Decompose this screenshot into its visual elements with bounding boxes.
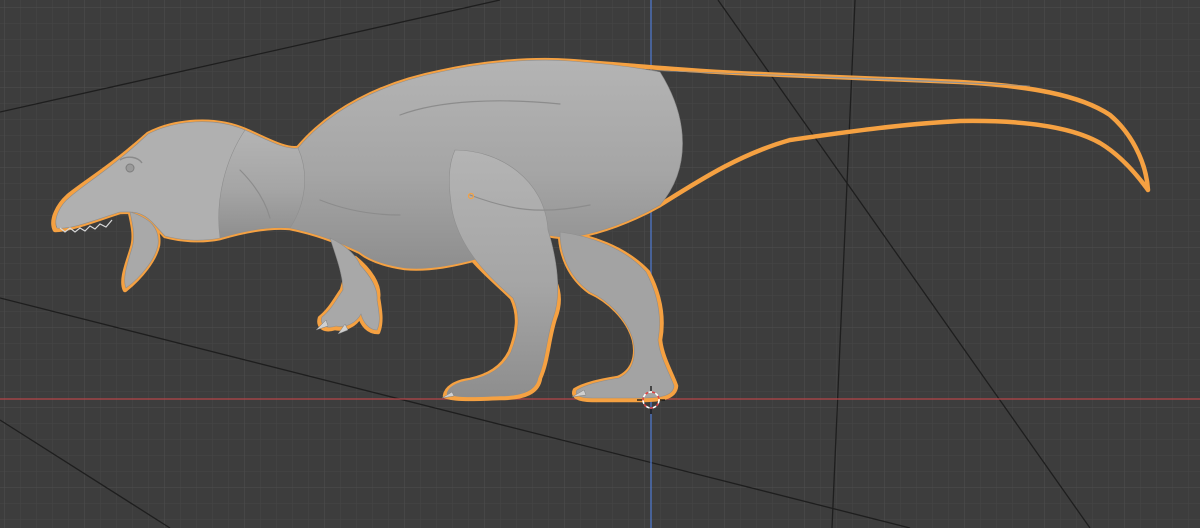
viewport-canvas[interactable] [0, 0, 1200, 528]
3d-viewport[interactable] [0, 0, 1200, 528]
eye [125, 163, 135, 173]
